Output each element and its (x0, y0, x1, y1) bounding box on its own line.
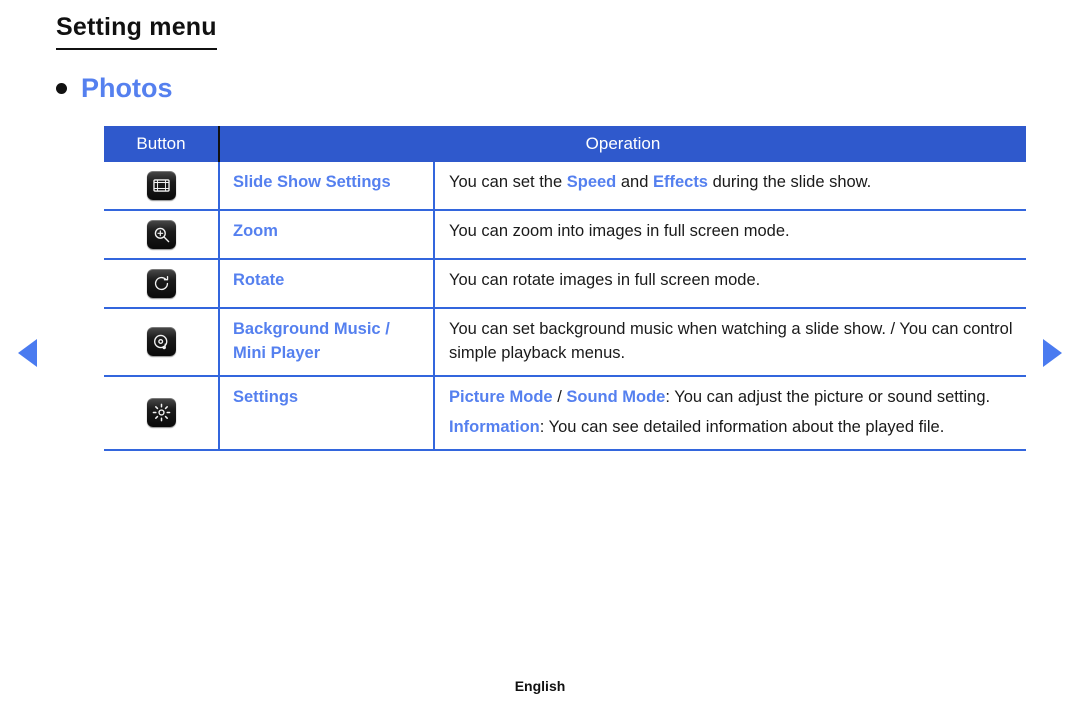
highlighted-term: Speed (566, 173, 617, 191)
table-cell-feature-name: Background Music / Mini Player (218, 308, 435, 377)
highlighted-term: Picture Mode (449, 387, 553, 406)
section-heading: Photos (56, 73, 173, 104)
highlighted-term: Information (449, 417, 540, 436)
table-header: Button Operation (104, 126, 1027, 162)
description-paragraph: Picture Mode / Sound Mode: You can adjus… (449, 386, 1016, 410)
table-cell-feature-name: Rotate (218, 259, 435, 309)
description-text: : You can adjust the picture or sound se… (665, 387, 991, 406)
zoom-in-icon[interactable] (146, 220, 176, 249)
description-text: You can rotate images in full screen mod… (449, 271, 761, 289)
slide-show-settings-icon[interactable] (146, 171, 176, 200)
next-page-arrow-icon[interactable] (1043, 339, 1062, 367)
background-music-icon[interactable] (146, 327, 176, 357)
bullet-dot-icon (56, 83, 67, 95)
table-row: Settings Picture Mode / Sound Mode: You c… (104, 375, 1027, 451)
highlighted-term: Sound Mode (566, 387, 666, 406)
table-row: Slide Show Settings You can set the Speed… (104, 162, 1027, 211)
rotate-icon[interactable] (146, 269, 176, 298)
photos-operation-table: Button Operation Slide Show Settings You … (104, 126, 1027, 451)
table-cell-feature-name: Settings (218, 375, 435, 451)
prev-page-arrow-icon[interactable] (18, 339, 37, 367)
settings-gear-icon[interactable] (146, 398, 176, 428)
table-header-row: Button Operation (104, 126, 1027, 162)
column-header-button: Button (104, 126, 220, 162)
table-cell-operation-description: You can zoom into images in full screen … (434, 210, 1027, 260)
column-header-operation: Operation (219, 126, 1027, 162)
table-cell-button (104, 259, 219, 309)
description-paragraph: You can set the Speed and Effects during… (449, 171, 1016, 195)
description-text: and (616, 173, 653, 191)
footer-language-label: English (514, 678, 566, 694)
table-row: Rotate You can rotate images in full scre… (104, 259, 1027, 309)
table-row: Background Music / Mini Player You can se… (104, 308, 1027, 377)
table-cell-feature-name: Zoom (218, 210, 435, 260)
section-heading-label: Photos (81, 73, 173, 103)
table-cell-operation-description: You can rotate images in full screen mod… (434, 259, 1027, 309)
description-text: You can zoom into images in full screen … (449, 222, 790, 240)
table-cell-feature-name: Slide Show Settings (218, 162, 435, 211)
table-body: Slide Show Settings You can set the Speed… (104, 162, 1027, 451)
description-text: during the slide show. (708, 173, 872, 191)
description-text: / (552, 387, 567, 406)
description-text: You can set background music when watchi… (449, 320, 1013, 362)
table-row: Zoom You can zoom into images in full scr… (104, 210, 1027, 260)
table-cell-button (104, 375, 219, 451)
description-paragraph: You can set background music when watchi… (449, 318, 1016, 366)
table-cell-operation-description: You can set background music when watchi… (434, 308, 1027, 377)
page-title: Setting menu (56, 13, 217, 50)
description-paragraph: You can rotate images in full screen mod… (449, 269, 1016, 293)
table-cell-button (104, 210, 219, 260)
table-cell-button (104, 308, 219, 377)
table-cell-button (104, 162, 219, 211)
description-paragraph: Information: You can see detailed inform… (449, 416, 1016, 440)
highlighted-term: Effects (652, 173, 708, 191)
table-cell-operation-description: You can set the Speed and Effects during… (434, 162, 1027, 211)
description-paragraph: You can zoom into images in full screen … (449, 220, 1016, 244)
description-text: You can set the (449, 173, 567, 191)
description-text: : You can see detailed information about… (539, 417, 945, 436)
table-cell-operation-description: Picture Mode / Sound Mode: You can adjus… (434, 375, 1027, 451)
